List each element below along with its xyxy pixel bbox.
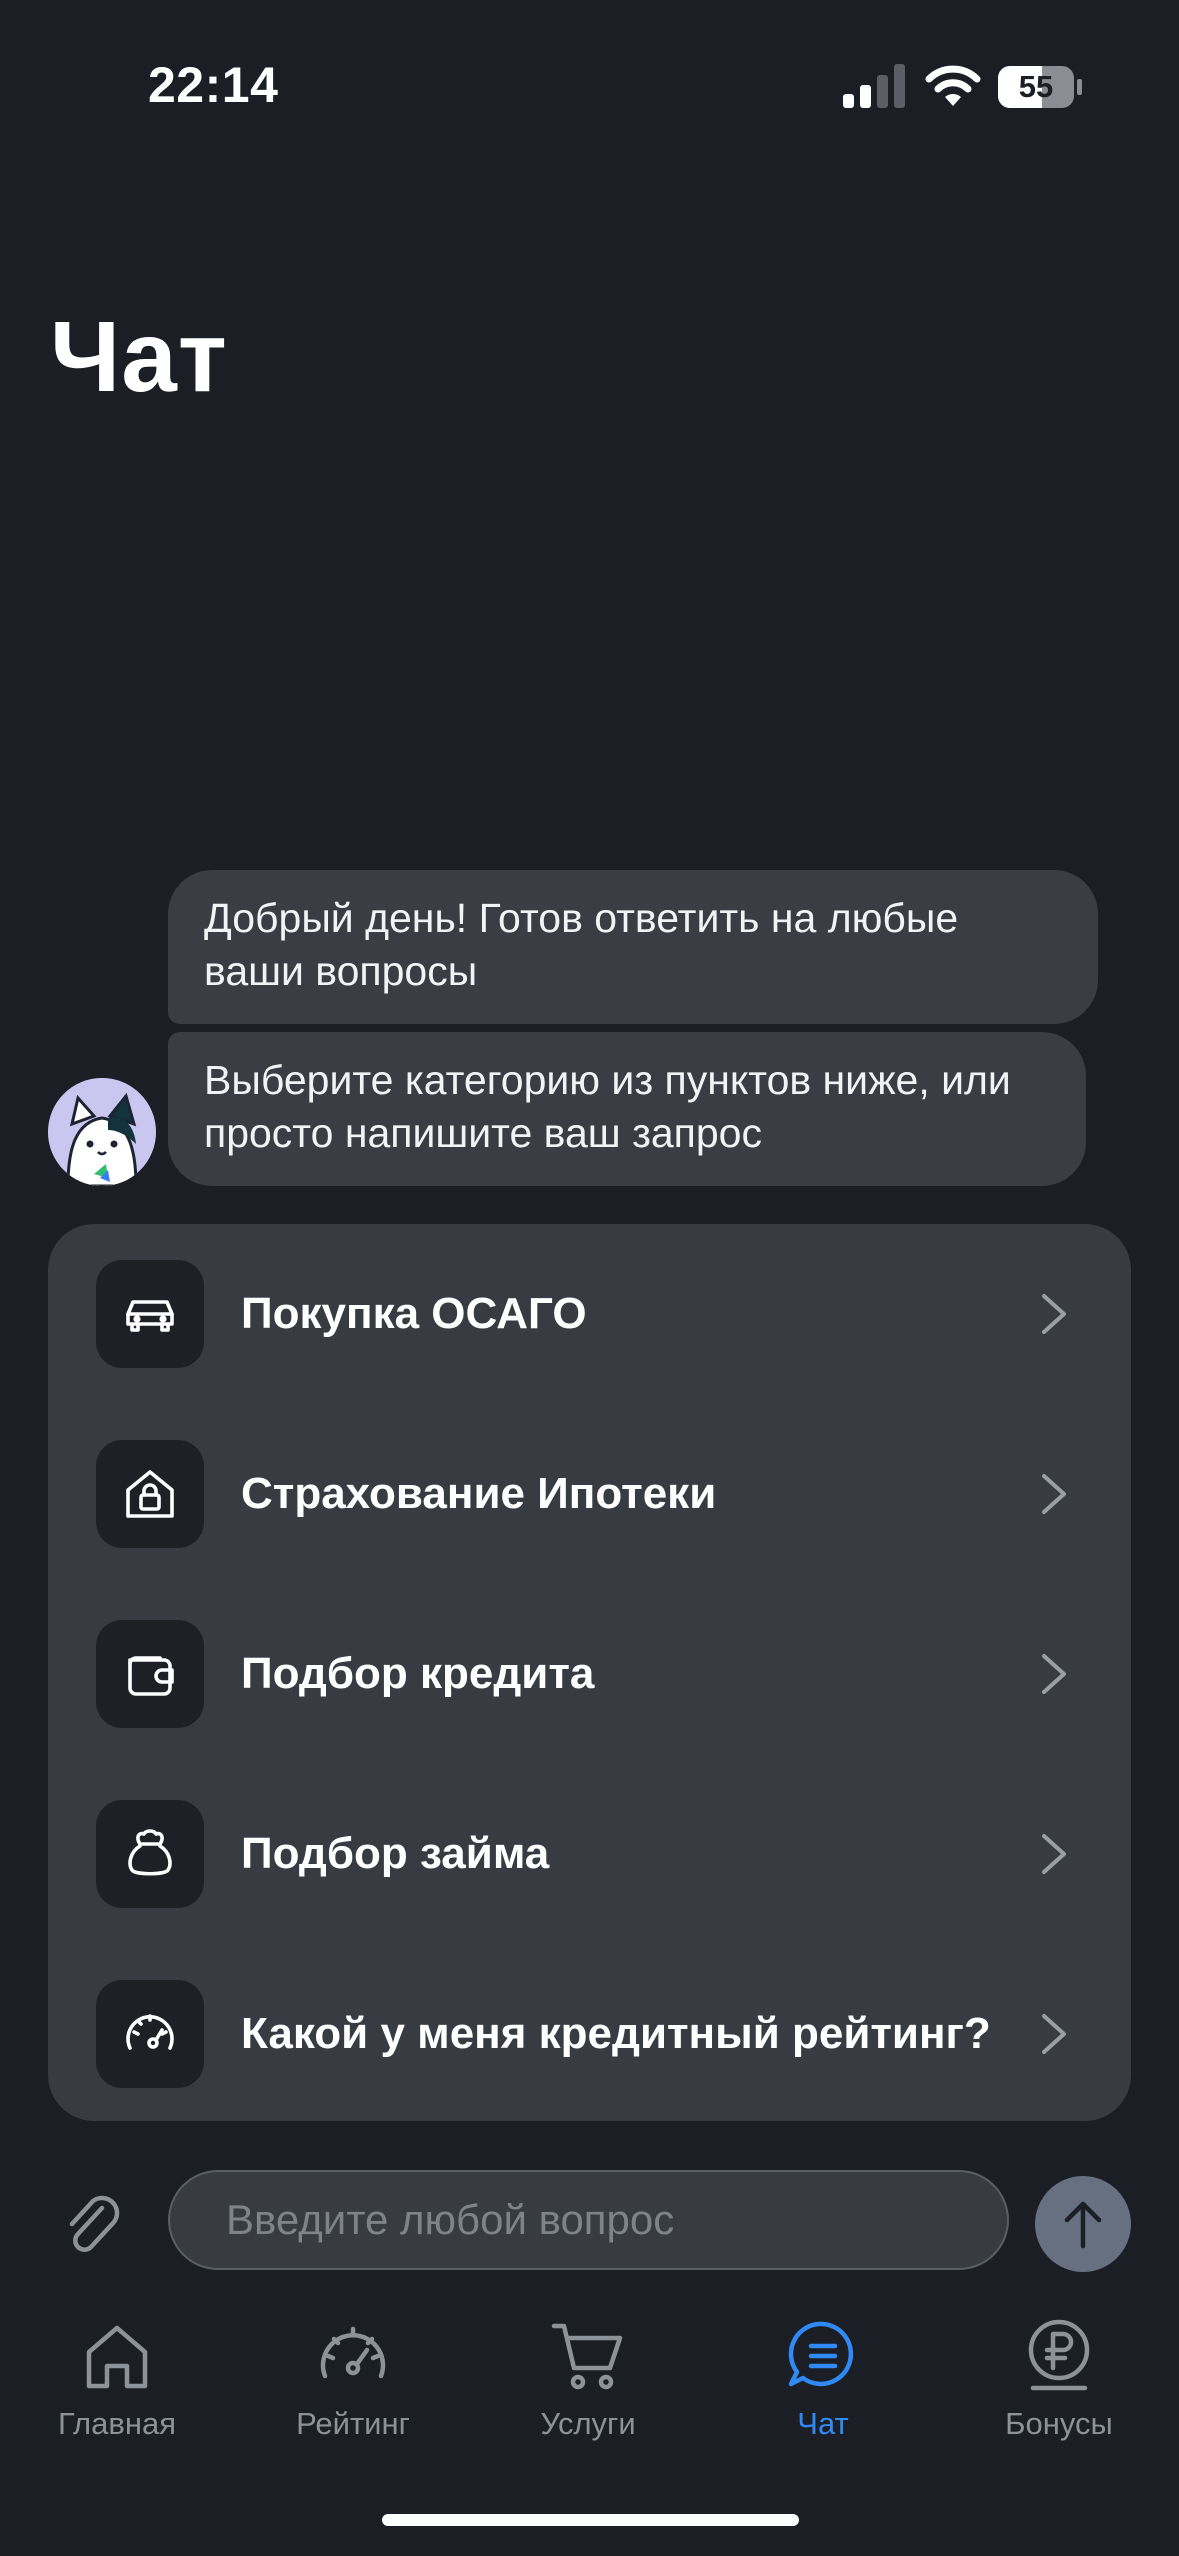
tab-label: Услуги xyxy=(540,2406,636,2441)
tab-label: Рейтинг xyxy=(296,2406,410,2441)
chevron-right-icon xyxy=(1042,1294,1066,1334)
tab-bonuses[interactable]: Бонусы xyxy=(959,2316,1159,2456)
cart-icon xyxy=(551,2323,623,2390)
tab-chat[interactable]: Чат xyxy=(723,2316,923,2456)
page-title: Чат xyxy=(50,301,228,413)
tab-services[interactable]: Услуги xyxy=(488,2316,688,2456)
category-credit-rating[interactable]: Какой у меня кредитный рейтинг? xyxy=(48,1944,1131,2124)
category-loan-selection[interactable]: Подбор займа xyxy=(48,1764,1131,1944)
tab-label: Главная xyxy=(58,2406,176,2441)
arrow-up-icon xyxy=(1064,2201,1102,2249)
battery-icon: 55 xyxy=(998,66,1082,108)
money-bag-icon xyxy=(96,1800,204,1908)
cellular-signal-icon xyxy=(843,64,905,108)
car-icon xyxy=(96,1260,204,1368)
category-label: Страхование Ипотеки xyxy=(241,1469,717,1518)
wifi-icon xyxy=(925,65,981,106)
status-time: 22:14 xyxy=(148,57,279,113)
gauge-icon xyxy=(320,2326,386,2379)
category-credit-selection[interactable]: Подбор кредита xyxy=(48,1584,1131,1764)
tab-label: Бонусы xyxy=(1005,2406,1113,2441)
paperclip-icon[interactable] xyxy=(62,2190,126,2262)
tab-label: Чат xyxy=(797,2406,849,2441)
send-button[interactable] xyxy=(1035,2176,1131,2272)
chat-input[interactable] xyxy=(168,2170,1009,2270)
bot-avatar xyxy=(48,1078,156,1186)
category-label: Подбор займа xyxy=(241,1829,550,1878)
bot-message: Добрый день! Готов ответить на любые ваш… xyxy=(168,870,1098,1024)
bot-message: Выберите категорию из пунктов ниже, или … xyxy=(168,1032,1086,1186)
tab-home[interactable]: Главная xyxy=(17,2316,217,2456)
chat-icon xyxy=(788,2321,854,2387)
wallet-icon xyxy=(96,1620,204,1728)
battery-level: 55 xyxy=(1018,69,1054,104)
house-lock-icon xyxy=(96,1440,204,1548)
category-osago[interactable]: Покупка ОСАГО xyxy=(48,1224,1131,1404)
chevron-right-icon xyxy=(1042,2014,1066,2054)
tab-rating[interactable]: Рейтинг xyxy=(253,2316,453,2456)
chevron-right-icon xyxy=(1042,1474,1066,1514)
category-label: Какой у меня кредитный рейтинг? xyxy=(241,2009,991,2058)
chevron-right-icon xyxy=(1042,1834,1066,1874)
speedometer-icon xyxy=(96,1980,204,2088)
category-mortgage-insurance[interactable]: Страхование Ипотеки xyxy=(48,1404,1131,1584)
category-label: Подбор кредита xyxy=(241,1649,595,1698)
ruble-coin-icon xyxy=(1028,2319,1090,2391)
home-icon xyxy=(86,2325,148,2389)
chevron-right-icon xyxy=(1042,1654,1066,1694)
category-label: Покупка ОСАГО xyxy=(241,1289,587,1338)
home-indicator xyxy=(382,2514,799,2526)
